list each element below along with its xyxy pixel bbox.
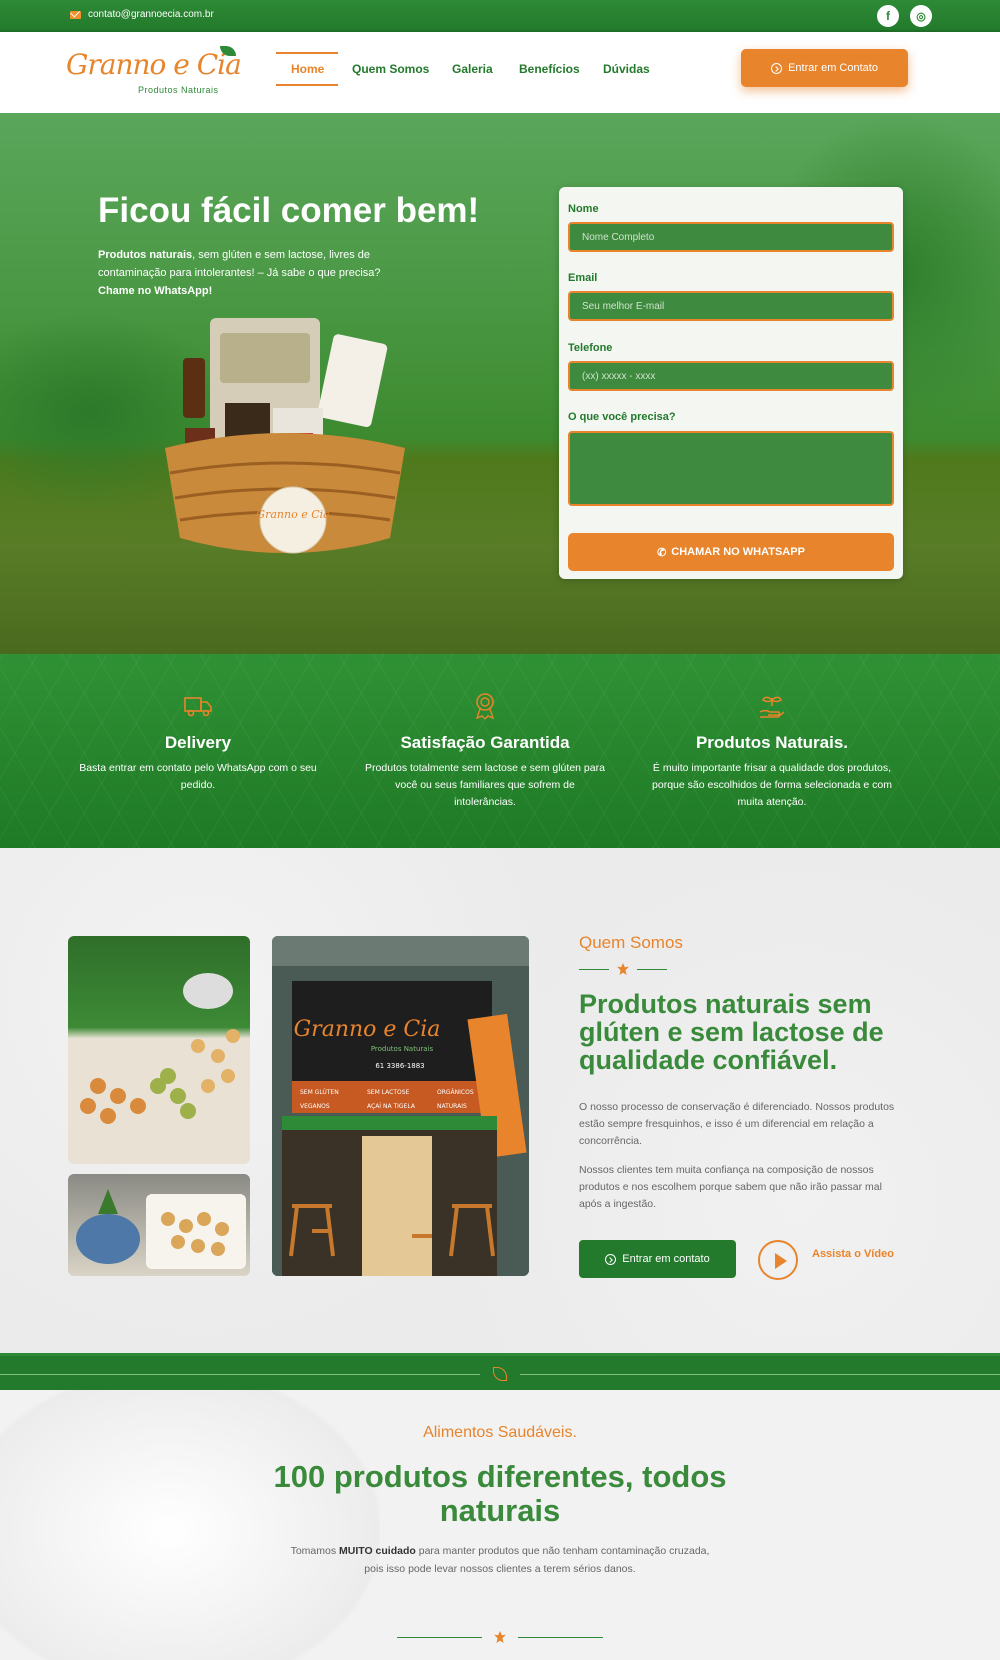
basket-logo: Granno e Cia	[256, 508, 329, 521]
watch-video-link[interactable]: Assista o Vídeo	[812, 1248, 894, 1260]
award-icon	[475, 693, 495, 720]
maple-leaf-icon	[494, 1631, 506, 1643]
whatsapp-submit-button[interactable]: ✆ CHAMAR NO WHATSAPP	[568, 533, 894, 571]
feature-text: É muito importante frisar a qualidade do…	[652, 762, 892, 808]
store-photo: Granno e Cia Produtos Naturais 61 3386-1…	[272, 936, 529, 1276]
svg-text:AÇAÍ NA TIGELA: AÇAÍ NA TIGELA	[367, 1103, 416, 1110]
about-paragraph-1: O nosso processo de conservação é difere…	[579, 1101, 895, 1147]
feature-title: Satisfação Garantida	[400, 733, 570, 752]
nav-beneficios[interactable]: Benefícios	[519, 62, 580, 76]
svg-text:SEM GLÚTEN: SEM GLÚTEN	[300, 1089, 339, 1096]
svg-text:SEM LACTOSE: SEM LACTOSE	[367, 1089, 410, 1096]
products-text: Tomamos MUITO cuidado para manter produt…	[290, 1545, 710, 1575]
about-paragraph-2: Nossos clientes tem muita confiança na c…	[579, 1164, 882, 1210]
svg-text:Produtos Naturais: Produtos Naturais	[371, 1045, 434, 1053]
hero-section: Ficou fácil comer bem! Produtos naturais…	[0, 113, 1000, 654]
truck-icon	[184, 697, 212, 717]
basket-image: Granno e Cia	[165, 318, 405, 554]
logo-sub: Produtos Naturais	[138, 85, 219, 95]
feature-naturais: Produtos Naturais. É muito importante fr…	[652, 690, 892, 811]
arrow-circle-icon	[605, 1253, 617, 1265]
products-section-label: Alimentos Saudáveis.	[423, 1424, 577, 1441]
snacks-photo	[68, 1174, 250, 1276]
divider-band	[0, 1353, 1000, 1390]
facebook-icon[interactable]: f	[877, 5, 899, 27]
feature-title: Produtos Naturais.	[695, 733, 849, 752]
about-title: Produtos naturais sem glúten e sem lacto…	[579, 989, 884, 1075]
svg-text:Granno e Cia: Granno e Cia	[294, 1017, 441, 1042]
svg-text:ORGÂNICOS: ORGÂNICOS	[437, 1089, 474, 1096]
logo-main: Granno e Cia	[66, 48, 242, 81]
email-text: contato@grannoecia.com.br	[88, 9, 214, 20]
svg-text:VEGANOS: VEGANOS	[300, 1103, 330, 1110]
phone-label: Telefone	[568, 342, 613, 354]
site-header: Granno e Cia Produtos Naturais Home Quem…	[0, 32, 1000, 113]
nav-galeria[interactable]: Galeria	[452, 62, 493, 76]
features-section: Delivery Basta entrar em contato pelo Wh…	[0, 654, 1000, 848]
name-label: Nome	[568, 203, 599, 215]
products-title: 100 produtos diferentes, todos naturais	[273, 1459, 727, 1528]
play-video-button[interactable]	[758, 1240, 798, 1280]
need-textarea[interactable]	[568, 431, 894, 506]
svg-text:NATURAIS: NATURAIS	[437, 1103, 467, 1110]
about-section: Granno e Cia Produtos Naturais 61 3386-1…	[0, 848, 1000, 1353]
feature-text: Produtos totalmente sem lactose e sem gl…	[365, 762, 605, 808]
feature-satisfacao: Satisfação Garantida Produtos totalmente…	[365, 690, 605, 811]
plant-hand-icon	[759, 696, 785, 718]
top-bar: contato@grannoecia.com.br f ◎	[0, 0, 1000, 32]
logo[interactable]: Granno e Cia Produtos Naturais	[66, 44, 242, 106]
contact-email[interactable]: contato@grannoecia.com.br	[70, 9, 214, 20]
need-label: O que você precisa?	[568, 411, 676, 423]
nav-duvidas[interactable]: Dúvidas	[603, 62, 650, 76]
svg-text:61 3386-1883: 61 3386-1883	[375, 1062, 424, 1070]
phone-field[interactable]: (xx) xxxxx - xxxx	[568, 361, 894, 391]
about-contact-button[interactable]: Entrar em contato	[579, 1240, 736, 1278]
arrow-circle-icon	[771, 62, 783, 74]
nav-home[interactable]: Home	[291, 62, 324, 76]
about-section-label: Quem Somos	[579, 933, 683, 952]
feature-text: Basta entrar em contato pelo WhatsApp co…	[79, 762, 317, 791]
feature-delivery: Delivery Basta entrar em contato pelo Wh…	[78, 690, 318, 794]
whatsapp-icon: ✆	[657, 546, 667, 559]
contact-form: Nome Nome Completo Email Seu melhor E-ma…	[559, 187, 903, 579]
nuts-photo	[68, 936, 250, 1164]
leaf-icon	[493, 1367, 507, 1381]
name-field[interactable]: Nome Completo	[568, 222, 894, 252]
email-field[interactable]: Seu melhor E-mail	[568, 291, 894, 321]
nav-quem-somos[interactable]: Quem Somos	[352, 62, 429, 76]
instagram-icon[interactable]: ◎	[910, 5, 932, 27]
feature-title: Delivery	[164, 733, 232, 752]
hero-title: Ficou fácil comer bem!	[98, 191, 480, 230]
contact-button[interactable]: Entrar em Contato	[741, 49, 908, 87]
email-label: Email	[568, 272, 598, 284]
envelope-icon	[70, 10, 81, 19]
hero-subtitle: Produtos naturais, sem glúten e sem lact…	[98, 249, 381, 297]
products-section: Alimentos Saudáveis. 100 produtos difere…	[0, 1390, 1000, 1660]
